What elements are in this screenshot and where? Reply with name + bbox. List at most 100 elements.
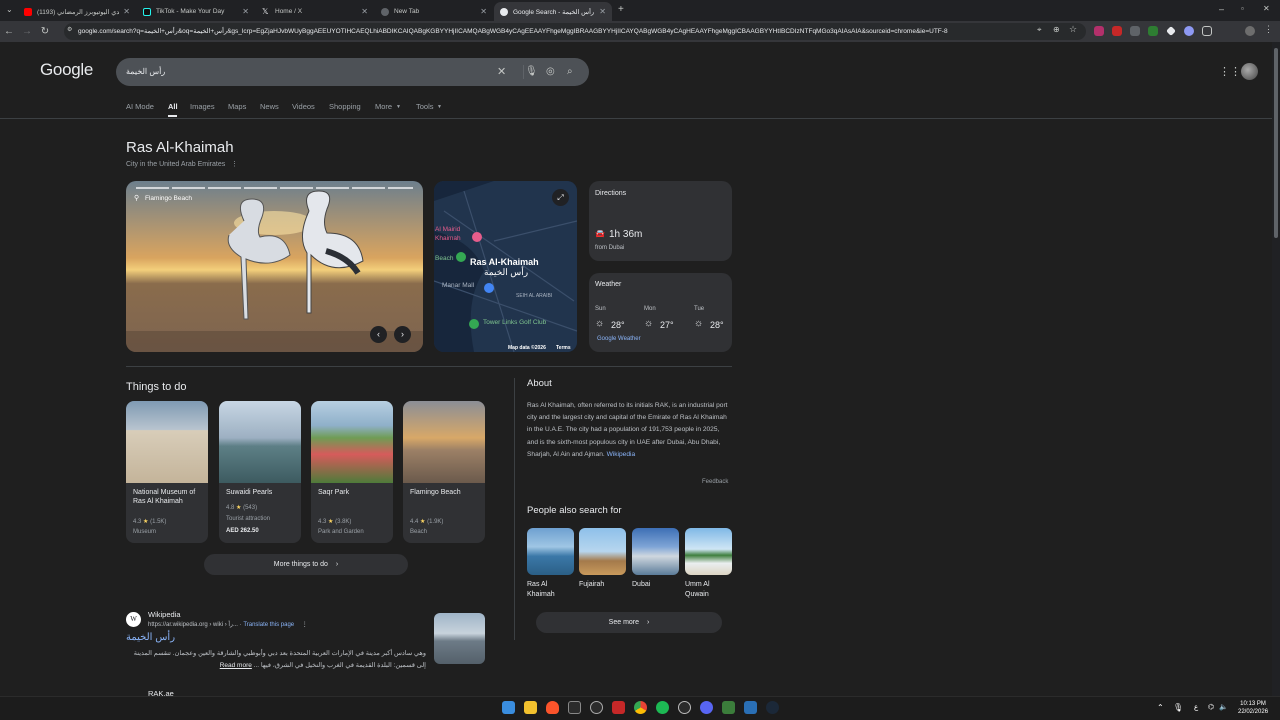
account-avatar[interactable] — [1241, 63, 1258, 80]
menu-kebab-icon[interactable]: ⋮ — [1264, 24, 1273, 35]
windows-start-icon[interactable] — [502, 701, 515, 714]
settings-gear-icon[interactable] — [678, 701, 691, 714]
app-icon[interactable] — [722, 701, 735, 714]
carousel-prev-icon[interactable]: ‹ — [370, 326, 387, 343]
close-icon[interactable]: ✕ — [123, 7, 130, 16]
tab-shopping[interactable]: Shopping — [329, 102, 361, 111]
close-icon[interactable]: ✕ — [361, 7, 368, 16]
address-bar[interactable]: google.com/search?q=رأس+الخيمة&oq=رأس+ال… — [64, 23, 1086, 40]
weather-card[interactable]: Weather Sun ☼ 28° Mon ☼ 27° Tue ☼ 28° Go… — [589, 273, 732, 352]
tab-youtube[interactable]: (1193) تحدي اليوتيوبرز الرمضاني ✕ — [18, 2, 136, 21]
search-icon[interactable]: ⌕ — [567, 58, 573, 86]
attraction-card[interactable]: Saqr Park 4.3 ★ (3.8K) Park and Garden — [311, 401, 393, 543]
tray-chevron-icon[interactable]: ⌃ — [1157, 703, 1164, 712]
minimize-icon[interactable]: – — [1219, 4, 1224, 14]
attraction-card[interactable]: Flamingo Beach 4.4 ★ (1.9K) Beach — [403, 401, 485, 543]
result-title-link[interactable]: رأس الخيمة — [126, 632, 175, 643]
entity-photo-carousel[interactable]: ⚲ Flamingo Beach ‹ › — [126, 181, 423, 352]
site-info-icon[interactable]: ⚙ — [67, 26, 72, 33]
map-terms-link[interactable]: Terms — [556, 345, 571, 351]
zoom-icon[interactable]: ⊕ — [1053, 25, 1060, 34]
more-things-to-do-button[interactable]: More things to do › — [204, 554, 408, 575]
mic-icon[interactable]: 🎙 — [525, 58, 538, 86]
map-preview[interactable]: ⤢ Al Mairid Khaimah Beach Ras Al-Khaimah… — [434, 181, 577, 352]
app-icon[interactable] — [612, 701, 625, 714]
new-tab-icon[interactable]: + — [618, 4, 624, 15]
chrome-icon[interactable] — [634, 701, 647, 714]
brave-icon[interactable] — [546, 701, 559, 714]
app-icon[interactable] — [744, 701, 757, 714]
result-snippet: وهي سادس أكبر مدينة في الإمارات العربية … — [126, 648, 426, 672]
forward-icon[interactable]: → — [18, 26, 36, 37]
search-box[interactable]: رأس الخيمة ✕ 🎙 ◎ ⌕ — [116, 58, 589, 86]
tab-search-icon[interactable]: ⌄ — [6, 5, 13, 14]
more-options-icon[interactable]: ⋮ — [231, 161, 238, 168]
wikipedia-link[interactable]: Wikipedia — [607, 451, 636, 458]
tab-videos[interactable]: Videos — [292, 102, 315, 111]
tab-ai-mode[interactable]: AI Mode — [126, 102, 154, 111]
extension-icon[interactable] — [1094, 26, 1104, 36]
close-icon[interactable]: ✕ — [242, 7, 249, 16]
bookmark-star-icon[interactable]: ☆ — [1069, 24, 1077, 35]
steam-icon[interactable] — [766, 701, 779, 714]
volume-icon[interactable]: 🔈 — [1219, 703, 1228, 711]
tab-maps[interactable]: Maps — [228, 102, 246, 111]
clear-search-icon[interactable]: ✕ — [497, 58, 506, 86]
directions-card[interactable]: Directions 🚘 1h 36m from Dubai — [589, 181, 732, 261]
tab-all[interactable]: All — [168, 102, 178, 111]
close-icon[interactable]: ✕ — [599, 7, 606, 16]
tab-x[interactable]: 𝕏 Home / X ✕ — [256, 2, 374, 21]
more-options-icon[interactable]: ⋮ — [302, 622, 308, 628]
search-query[interactable]: رأس الخيمة — [126, 58, 165, 86]
scrollbar-thumb[interactable] — [1274, 48, 1278, 238]
mic-tray-icon[interactable]: 🎙 — [1173, 703, 1183, 712]
apps-grid-icon[interactable]: ⋮⋮ — [1219, 65, 1241, 78]
discord-icon[interactable] — [700, 701, 713, 714]
related-search-card[interactable]: Ras Al Khaimah — [527, 528, 574, 600]
google-logo[interactable]: Google — [40, 60, 93, 80]
system-clock[interactable]: 10:13 PM 22/02/2026 — [1238, 700, 1268, 716]
tab-new-tab[interactable]: New Tab ✕ — [375, 2, 493, 21]
back-icon[interactable]: ← — [0, 26, 18, 37]
star-icon: ★ — [420, 519, 426, 525]
close-icon[interactable]: ✕ — [480, 7, 487, 16]
clock-date: 22/02/2026 — [1238, 709, 1269, 715]
tab-tiktok[interactable]: TikTok - Make Your Day ✕ — [137, 2, 255, 21]
weather-source-link[interactable]: Google Weather — [597, 336, 641, 342]
close-window-icon[interactable]: ✕ — [1263, 4, 1270, 13]
extension-icon[interactable] — [1112, 26, 1122, 36]
tab-images[interactable]: Images — [190, 102, 215, 111]
carousel-next-icon[interactable]: › — [394, 326, 411, 343]
tab-more[interactable]: More — [375, 102, 392, 111]
spotify-icon[interactable] — [656, 701, 669, 714]
result-thumbnail[interactable] — [434, 613, 485, 664]
see-more-button[interactable]: See more › — [536, 612, 722, 633]
reload-icon[interactable]: ↻ — [36, 26, 54, 37]
language-indicator[interactable]: ع — [1194, 703, 1198, 711]
lens-icon[interactable]: ◎ — [546, 58, 555, 86]
related-search-card[interactable]: Umm Al Quwain — [685, 528, 732, 600]
profile-avatar[interactable] — [1245, 26, 1255, 36]
attraction-card[interactable]: National Museum of Ras Al Khaimah 4.3 ★ … — [126, 401, 208, 543]
tab-tools[interactable]: Tools — [416, 102, 434, 111]
file-explorer-icon[interactable] — [524, 701, 537, 714]
app-icon[interactable] — [568, 701, 581, 714]
read-more-link[interactable]: Read more — [220, 662, 252, 669]
feedback-link[interactable]: Feedback — [702, 479, 728, 485]
extensions-puzzle-icon[interactable] — [1202, 26, 1212, 36]
related-search-card[interactable]: Fujairah — [579, 528, 626, 590]
extension-icon[interactable] — [1148, 26, 1158, 36]
extension-icon[interactable] — [1130, 26, 1140, 36]
tab-google-search[interactable]: Google Search - رأس الخيمة ✕ — [494, 2, 612, 21]
network-icon[interactable]: ⌬ — [1208, 703, 1214, 711]
related-search-card[interactable]: Dubai — [632, 528, 679, 590]
translate-link[interactable]: Translate this page — [243, 622, 294, 628]
attraction-card[interactable]: Suwaidi Pearls 4.8 ★ (543) Tourist attra… — [219, 401, 301, 543]
app-icon[interactable] — [590, 701, 603, 714]
tab-news[interactable]: News — [260, 102, 279, 111]
maximize-icon[interactable]: ▫ — [1241, 4, 1244, 13]
location-icon[interactable]: ⌖ — [1037, 25, 1042, 35]
result-site-name[interactable]: Wikipedia — [148, 610, 181, 619]
expand-map-icon[interactable]: ⤢ — [552, 189, 569, 206]
extension-icon[interactable] — [1184, 26, 1194, 36]
